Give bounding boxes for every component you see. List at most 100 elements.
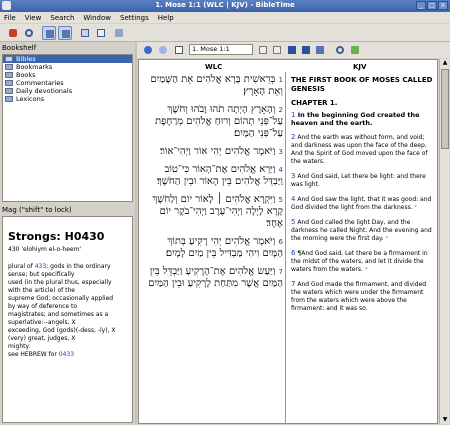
verse-number[interactable]: 3 — [279, 148, 283, 156]
clear-windows-button[interactable] — [112, 26, 126, 40]
search-icon — [336, 46, 344, 54]
reader-scrollbar[interactable]: ▲ ▼ — [439, 59, 449, 424]
tile-icon — [81, 29, 89, 37]
menu-search[interactable]: Search — [50, 14, 74, 22]
verse-number[interactable]: 4 — [279, 166, 283, 174]
column-header-wlc: WLC — [205, 63, 223, 71]
mag-def-line: by way of deference to — [8, 303, 78, 310]
menu-file[interactable]: File — [4, 14, 16, 22]
forward-button[interactable] — [156, 43, 170, 57]
wlc-verse: 5 וַיִּקְרָא אֱלֹהִים ׀ לָאוֹר יוֹם וְלַ… — [145, 194, 283, 230]
verse-number[interactable]: 2 — [279, 106, 283, 114]
footnote-marker[interactable]: * — [386, 236, 389, 242]
menu-window[interactable]: Window — [83, 14, 111, 22]
add-module-button[interactable] — [313, 43, 327, 57]
minimize-button[interactable]: _ — [416, 1, 426, 10]
bookshelf-item-label: Lexicons — [16, 95, 45, 103]
show-mag-button[interactable] — [58, 26, 72, 40]
bookshelf-item-label: Commentaries — [16, 79, 64, 87]
strongs-link-0433[interactable]: 0433 — [59, 351, 74, 358]
bookshelf-item-commentaries[interactable]: Commentaries — [3, 79, 132, 87]
bookshelf-header: Bookshelf — [2, 44, 37, 52]
back-button[interactable] — [141, 43, 155, 57]
menu-bar: File View Search Window Settings Help — [0, 12, 450, 23]
footnote-marker[interactable]: * — [415, 205, 418, 211]
verse-number[interactable]: 6 — [279, 238, 283, 246]
close-window-button[interactable]: × — [438, 1, 448, 10]
verse-text: And God saw the light, that it was good:… — [291, 196, 432, 211]
mag-header: Mag ("shift" to lock) — [2, 206, 72, 214]
footnote-marker[interactable]: * — [365, 267, 368, 273]
verse-number[interactable]: 1 — [291, 111, 295, 119]
verse-text: And the earth was without form, and void… — [291, 134, 428, 165]
folder-icon — [5, 72, 13, 78]
search-button[interactable] — [22, 26, 36, 40]
bookshelf-item-label: Bookmarks — [16, 63, 53, 71]
menu-view[interactable]: View — [25, 14, 42, 22]
reader-search-button[interactable] — [333, 43, 347, 57]
up-down-icon — [259, 46, 267, 54]
verse-number[interactable]: 1 — [279, 76, 283, 84]
verse-number[interactable]: 5 — [279, 196, 283, 204]
history-dropdown-button[interactable] — [172, 43, 186, 57]
menu-help[interactable]: Help — [158, 14, 174, 22]
mag-def-line: with the article) of the — [8, 287, 75, 294]
folder-icon — [5, 96, 13, 102]
verse-text: ¶And God said, Let there be a firmament … — [291, 250, 428, 273]
verse-number[interactable]: 7 — [279, 268, 283, 276]
window-icon — [115, 29, 123, 37]
module-wlc-button[interactable] — [285, 43, 299, 57]
folder-icon — [5, 64, 13, 70]
bookshelf-item-books[interactable]: Books — [3, 71, 132, 79]
verse-number[interactable]: 6 — [291, 249, 295, 257]
verse-text: In the beginning God created the heaven … — [291, 111, 420, 127]
up-down-icon — [273, 46, 281, 54]
bookshelf-item-daily-devotionals[interactable]: Daily devotionals — [3, 87, 132, 95]
menu-settings[interactable]: Settings — [120, 14, 149, 22]
show-bookshelf-button[interactable] — [42, 26, 56, 40]
scrollbar-thumb[interactable] — [441, 69, 449, 149]
tile-windows-button[interactable] — [78, 26, 92, 40]
folder-icon — [5, 56, 13, 62]
bookshelf-item-label: Bibles — [16, 55, 36, 63]
verse-number[interactable]: 4 — [291, 195, 295, 203]
verse-number[interactable]: 2 — [291, 133, 295, 141]
reference-input[interactable]: 1. Mose 1:1 — [189, 44, 253, 55]
column-header-kjv: KJV — [353, 63, 367, 71]
maximize-button[interactable]: □ — [427, 1, 437, 10]
wlc-verse: 2 וְהָאָרֶץ הָיְתָה תֹהוּ וָבֹהוּ וְחֹשֶ… — [145, 104, 283, 140]
quit-button[interactable] — [6, 26, 20, 40]
verse-text: And God made the firmament, and divided … — [291, 281, 427, 312]
verse-number[interactable]: 7 — [291, 280, 295, 288]
mag-def-line: supreme God; occasionally applied — [8, 295, 114, 302]
mag-title: Strongs: H0430 — [8, 230, 105, 243]
display-options-button[interactable] — [348, 43, 362, 57]
scroll-book-button[interactable] — [256, 43, 270, 57]
kjv-verse: 4 And God saw the light, that it was goo… — [291, 195, 434, 212]
scroll-down-icon[interactable]: ▼ — [441, 416, 449, 424]
bookshelf-item-lexicons[interactable]: Lexicons — [3, 95, 132, 103]
module-kjv-button[interactable] — [299, 43, 313, 57]
panel-splitter[interactable] — [135, 42, 137, 425]
column-divider — [285, 72, 286, 423]
verse-number[interactable]: 3 — [291, 172, 295, 180]
mag-icon — [62, 30, 70, 38]
verse-number[interactable]: 5 — [291, 218, 295, 226]
bookshelf-item-bookmarks[interactable]: Bookmarks — [3, 63, 132, 71]
cascade-windows-button[interactable] — [94, 26, 108, 40]
verse-text: בְּרֵאשִׁית בָּרָא אֱלֹהִים אֵת הַשָּׁמַ… — [150, 74, 283, 97]
verse-text: וַיִּקְרָא אֱלֹהִים ׀ לָאוֹר יוֹם וְלַחֹ… — [152, 194, 283, 229]
bible-reader: WLC KJV 1 בְּרֵאשִׁית בָּרָא אֱלֹהִים אֵ… — [138, 59, 438, 424]
bookshelf-item-bibles[interactable]: Bibles — [3, 55, 132, 63]
mag-see-text: see HEBREW for — [8, 351, 59, 358]
wlc-verse: 3 וַיֹּאמֶר אֱלֹהִים יְהִי אוֹר וַיְהִי־… — [145, 146, 283, 158]
strongs-link-433[interactable]: 433 — [35, 263, 46, 270]
cascade-icon — [97, 29, 105, 37]
folder-icon — [5, 88, 13, 94]
bookshelf-icon — [46, 30, 54, 38]
kjv-verse: 3 And God said, Let there be light: and … — [291, 172, 434, 189]
mag-def-text: plural of — [8, 263, 35, 270]
scroll-chapter-button[interactable] — [270, 43, 284, 57]
back-arrow-icon — [144, 46, 152, 54]
scroll-up-icon[interactable]: ▲ — [441, 59, 449, 67]
